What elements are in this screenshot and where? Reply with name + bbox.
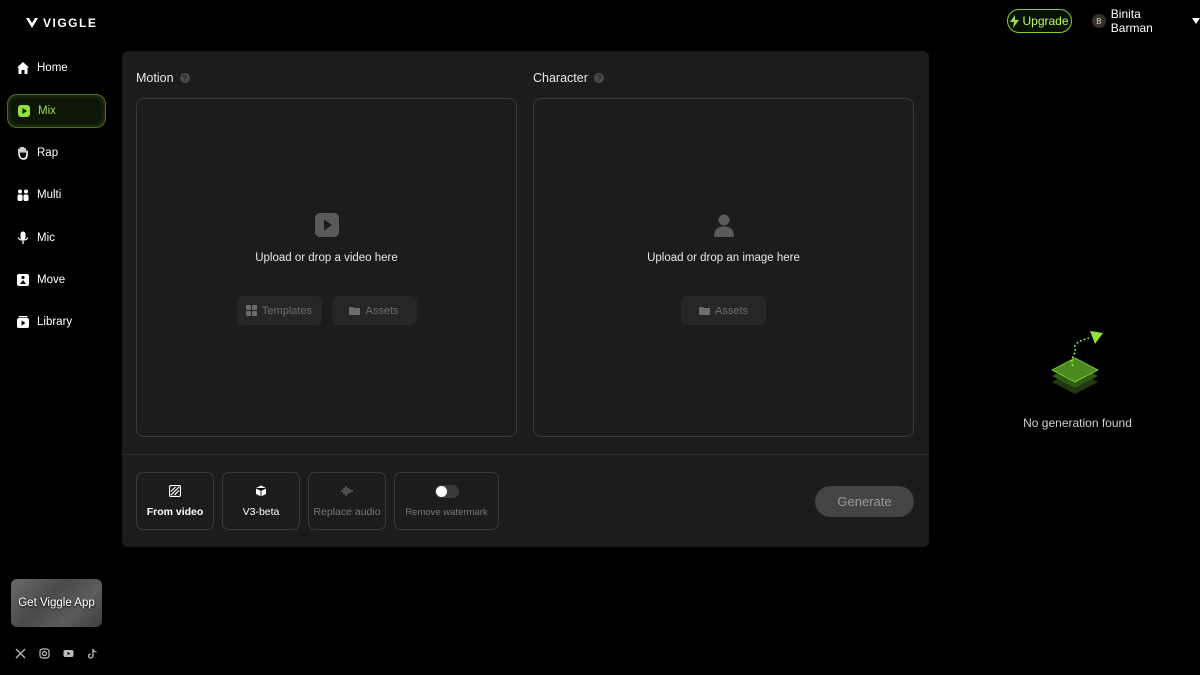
folder-icon (698, 307, 710, 315)
sidebar-item-label: Move (37, 274, 66, 286)
templates-label: Templates (261, 304, 313, 317)
generate-label: Generate (837, 494, 892, 509)
home-icon (16, 61, 30, 75)
user-menu[interactable]: B Binita Barman (1092, 7, 1200, 35)
character-dropzone[interactable]: Upload or drop an image here Assets (533, 98, 914, 437)
motion-assets-button[interactable]: Assets (331, 296, 417, 325)
upgrade-button[interactable]: Upgrade (1007, 9, 1072, 33)
multi-icon (16, 188, 30, 202)
mix-icon (17, 104, 31, 118)
x-icon[interactable] (15, 648, 26, 659)
generate-button[interactable]: Generate (815, 486, 914, 517)
motion-buttons: Templates Assets (137, 296, 516, 325)
upgrade-label: Upgrade (1022, 14, 1069, 28)
sidebar-item-label: Library (37, 316, 73, 328)
waveform-icon (341, 485, 353, 496)
get-app-label: Get Viggle App (18, 597, 95, 609)
library-icon (16, 315, 30, 329)
motion-drop-text: Upload or drop a video here (255, 252, 398, 264)
person-icon (713, 214, 734, 237)
sidebar-item-mix[interactable]: Mix (7, 94, 106, 128)
motion-title: Motion ? (136, 71, 190, 85)
assets-label: Assets (714, 304, 748, 317)
help-icon[interactable]: ? (179, 73, 190, 83)
motion-title-text: Motion (136, 71, 174, 85)
empty-state-text: No generation found (1023, 416, 1132, 430)
sidebar-item-label: Mic (37, 232, 55, 244)
mic-icon (16, 231, 30, 245)
toggle-knob (435, 485, 447, 497)
v3-beta-option[interactable]: V3-beta (222, 472, 300, 530)
mix-panel: Motion ? Upload or drop a video here Tem… (122, 51, 929, 547)
sidebar-item-rap[interactable]: Rap (7, 136, 106, 170)
replace-audio-option[interactable]: Replace audio (308, 472, 386, 530)
help-icon[interactable]: ? (593, 73, 604, 83)
get-app-card[interactable]: Get Viggle App (11, 579, 102, 627)
character-title: Character ? (533, 71, 604, 85)
video-icon (314, 213, 339, 237)
folder-icon (349, 307, 361, 315)
remove-watermark-option[interactable]: Remove watermark (394, 472, 499, 530)
chevron-down-icon (1192, 18, 1200, 24)
character-buttons: Assets (534, 296, 913, 325)
lightning-icon (1010, 14, 1020, 28)
character-drop-text: Upload or drop an image here (647, 252, 800, 264)
empty-state-illustration (1051, 331, 1103, 394)
assets-label: Assets (365, 304, 399, 317)
grid-icon (245, 305, 257, 316)
avatar: B (1092, 14, 1106, 28)
sidebar-item-label: Multi (37, 189, 62, 201)
sidebar-item-multi[interactable]: Multi (7, 178, 106, 212)
user-name: Binita Barman (1110, 7, 1153, 35)
remove-watermark-label: Remove watermark (405, 506, 488, 518)
from-video-label: From video (146, 505, 204, 518)
from-video-option[interactable]: From video (136, 472, 214, 530)
sidebar-item-home[interactable]: Home (7, 51, 106, 85)
sidebar-item-library[interactable]: Library (7, 305, 106, 339)
striped-square-icon (169, 484, 181, 497)
sidebar-item-label: Mix (38, 105, 56, 117)
sidebar-item-move[interactable]: Move (7, 263, 106, 297)
viggle-logo-icon (26, 18, 38, 28)
move-icon (16, 273, 30, 287)
viggle-logo[interactable]: VIGGLE (25, 14, 97, 32)
replace-audio-label: Replace audio (313, 505, 381, 518)
cube-icon (255, 485, 267, 496)
motion-dropzone[interactable]: Upload or drop a video here Templates As… (136, 98, 517, 437)
social-links (15, 648, 98, 659)
youtube-icon[interactable] (63, 648, 74, 659)
logo-text: VIGGLE (43, 16, 98, 30)
sidebar-item-label: Home (37, 62, 68, 74)
sidebar-item-label: Rap (37, 147, 59, 159)
sidebar-item-mic[interactable]: Mic (7, 221, 106, 255)
divider (122, 454, 929, 455)
character-title-text: Character (533, 71, 588, 85)
instagram-icon[interactable] (39, 648, 50, 659)
tiktok-icon[interactable] (87, 648, 98, 659)
hand-icon (16, 146, 30, 160)
v3-beta-label: V3-beta (242, 505, 280, 518)
character-assets-button[interactable]: Assets (681, 296, 766, 325)
templates-button[interactable]: Templates (236, 296, 322, 325)
watermark-toggle[interactable] (434, 484, 459, 498)
